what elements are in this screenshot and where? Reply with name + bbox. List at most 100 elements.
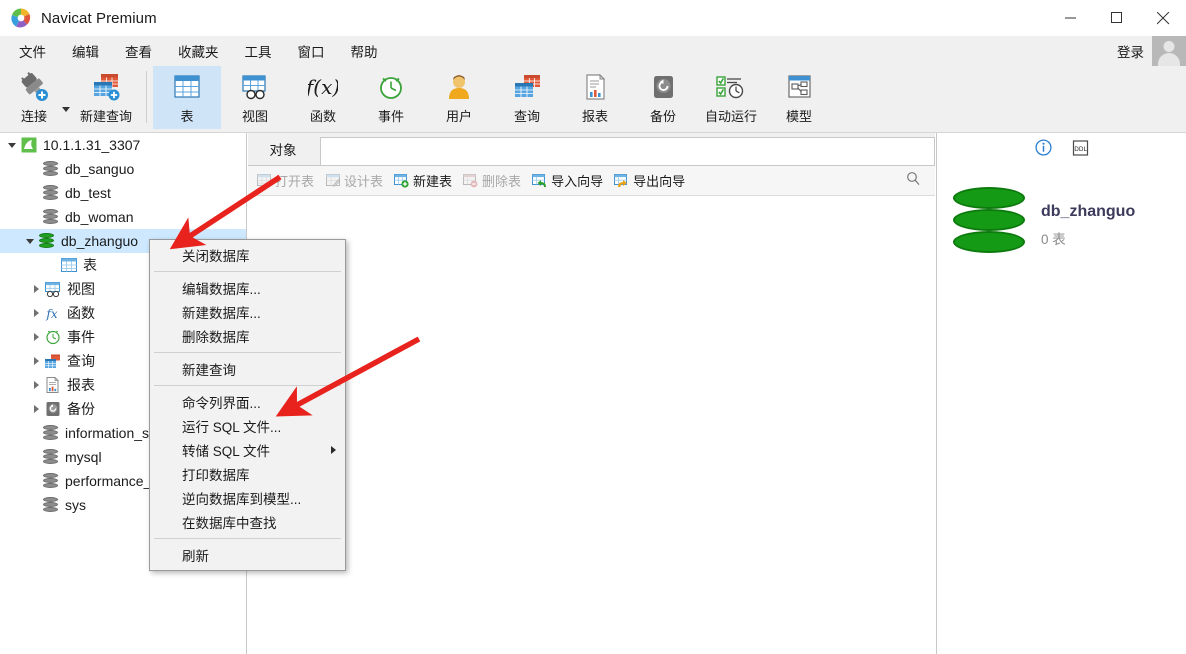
ctx-print-database[interactable]: 打印数据库 xyxy=(150,462,345,486)
database-gray-icon xyxy=(42,185,59,202)
ctx-close-database[interactable]: 关闭数据库 xyxy=(150,243,345,267)
tree-item-mysql-label: mysql xyxy=(65,449,102,465)
tree-item-connection[interactable]: 10.1.1.31_3307 xyxy=(0,133,246,157)
ctx-separator xyxy=(154,352,341,353)
function-icon: f(x) xyxy=(308,70,338,104)
object-list-area[interactable] xyxy=(248,196,935,654)
ctx-edit-database[interactable]: 编辑数据库... xyxy=(150,276,345,300)
toolbar-model-button[interactable]: 模型 xyxy=(765,66,833,129)
twisty-expanded-icon[interactable] xyxy=(22,238,38,244)
toolbar-model-label: 模型 xyxy=(785,109,812,124)
user-avatar-icon[interactable] xyxy=(1152,36,1186,66)
search-icon[interactable] xyxy=(906,171,921,191)
ctx-find-in-database[interactable]: 在数据库中查找 xyxy=(150,510,345,534)
toolbar-query-button[interactable]: 查询 xyxy=(493,66,561,129)
views-folder-icon xyxy=(44,281,61,298)
minimize-button[interactable] xyxy=(1048,0,1094,36)
toolbar-user-button[interactable]: 用户 xyxy=(425,66,493,129)
ctx-separator xyxy=(154,538,341,539)
ctx-run-sql-file[interactable]: 运行 SQL 文件... xyxy=(150,414,345,438)
tree-item-db-woman[interactable]: db_woman xyxy=(0,205,246,229)
import-wizard-button[interactable]: 导入向导 xyxy=(532,171,603,190)
backups-folder-icon xyxy=(44,401,61,418)
database-name-label: db_zhanguo xyxy=(1041,202,1136,220)
toolbar-view-button[interactable]: 视图 xyxy=(221,66,289,129)
database-context-menu[interactable]: 关闭数据库 编辑数据库... 新建数据库... 删除数据库 新建查询 命令列界面… xyxy=(149,239,346,571)
toolbar-report-label: 报表 xyxy=(581,109,608,124)
toolbar-report-button[interactable]: 报表 xyxy=(561,66,629,129)
tree-item-db-test-label: db_test xyxy=(65,185,111,201)
open-table-button[interactable]: 打开表 xyxy=(256,171,314,190)
database-gray-icon xyxy=(42,209,59,226)
menu-file[interactable]: 文件 xyxy=(8,37,57,65)
menu-view[interactable]: 查看 xyxy=(114,37,163,65)
ddl-icon[interactable]: DDL xyxy=(1072,139,1089,161)
query-icon xyxy=(511,70,543,104)
toolbar-function-button[interactable]: f(x) 函数 xyxy=(289,66,357,129)
twisty-collapsed-icon[interactable] xyxy=(28,333,44,341)
ctx-reverse-to-model[interactable]: 逆向数据库到模型... xyxy=(150,486,345,510)
ctx-delete-database[interactable]: 删除数据库 xyxy=(150,324,345,348)
delete-table-button[interactable]: 删除表 xyxy=(463,171,521,190)
tab-objects[interactable]: 对象 xyxy=(248,133,318,165)
toolbar-query-label: 查询 xyxy=(513,109,540,124)
title-bar: Navicat Premium xyxy=(0,0,1186,36)
new-query-icon xyxy=(89,70,123,104)
database-summary: db_zhanguo 0 表 xyxy=(937,163,1186,263)
toolbar-event-button[interactable]: 事件 xyxy=(357,66,425,129)
maximize-button[interactable] xyxy=(1094,0,1140,36)
toolbar-automation-label: 自动运行 xyxy=(704,109,757,124)
toolbar-automation-button[interactable]: 自动运行 xyxy=(697,66,765,129)
twisty-collapsed-icon[interactable] xyxy=(28,285,44,293)
import-wizard-label: 导入向导 xyxy=(551,174,604,189)
connection-dropdown-caret-icon[interactable] xyxy=(62,106,70,112)
menu-tools[interactable]: 工具 xyxy=(234,37,283,65)
submenu-arrow-icon xyxy=(331,446,336,454)
twisty-expanded-icon[interactable] xyxy=(4,142,20,148)
twisty-collapsed-icon[interactable] xyxy=(28,381,44,389)
info-icon[interactable] xyxy=(1034,139,1052,161)
tree-item-db-woman-label: db_woman xyxy=(65,209,134,225)
toolbar-new-query-button[interactable]: 新建查询 xyxy=(72,66,140,129)
menu-edit[interactable]: 编辑 xyxy=(61,37,110,65)
import-wizard-icon xyxy=(532,173,548,189)
events-folder-icon xyxy=(44,329,61,346)
tree-item-db-test[interactable]: db_test xyxy=(0,181,246,205)
ctx-separator xyxy=(154,271,341,272)
toolbar-connection-button[interactable]: 连接 xyxy=(0,66,68,129)
twisty-collapsed-icon[interactable] xyxy=(28,309,44,317)
toolbar-table-button[interactable]: 表 xyxy=(153,66,221,129)
connection-icon xyxy=(18,70,50,104)
ctx-refresh[interactable]: 刷新 xyxy=(150,543,345,567)
ctx-separator xyxy=(154,385,341,386)
navicat-logo-icon xyxy=(10,7,32,29)
svg-text:fx: fx xyxy=(45,307,57,321)
menu-help[interactable]: 帮助 xyxy=(340,37,389,65)
design-table-button[interactable]: 设计表 xyxy=(325,171,383,190)
open-table-label: 打开表 xyxy=(275,174,315,189)
database-gray-icon xyxy=(42,497,59,514)
close-button[interactable] xyxy=(1140,0,1186,36)
login-link[interactable]: 登录 xyxy=(1117,41,1152,61)
new-table-button[interactable]: 新建表 xyxy=(394,171,452,190)
ctx-command-line[interactable]: 命令列界面... xyxy=(150,390,345,414)
delete-table-icon xyxy=(463,173,479,189)
twisty-collapsed-icon[interactable] xyxy=(28,357,44,365)
menu-window[interactable]: 窗口 xyxy=(287,37,336,65)
table-icon xyxy=(172,70,202,104)
tab-strip: 对象 xyxy=(248,133,935,166)
ctx-dump-sql-file[interactable]: 转储 SQL 文件 xyxy=(150,438,345,462)
menu-favorites[interactable]: 收藏夹 xyxy=(167,37,230,65)
toolbar-separator xyxy=(146,71,147,123)
toolbar-backup-button[interactable]: 备份 xyxy=(629,66,697,129)
toolbar-table-label: 表 xyxy=(180,109,194,124)
export-wizard-button[interactable]: 导出向导 xyxy=(614,171,685,190)
twisty-collapsed-icon[interactable] xyxy=(28,405,44,413)
ctx-new-query[interactable]: 新建查询 xyxy=(150,357,345,381)
functions-folder-icon: fx xyxy=(44,305,61,322)
view-icon xyxy=(240,70,270,104)
object-toolbar: 打开表 设计表 新建表 删除表 导入向导 导出向导 xyxy=(248,166,935,196)
tree-item-db-sanguo[interactable]: db_sanguo xyxy=(0,157,246,181)
ctx-new-database[interactable]: 新建数据库... xyxy=(150,300,345,324)
main-toolbar: 连接 新建查询 表 视图 (x 函数 事件 用户 查询 报表 备份 自动运行 模… xyxy=(0,66,1186,133)
